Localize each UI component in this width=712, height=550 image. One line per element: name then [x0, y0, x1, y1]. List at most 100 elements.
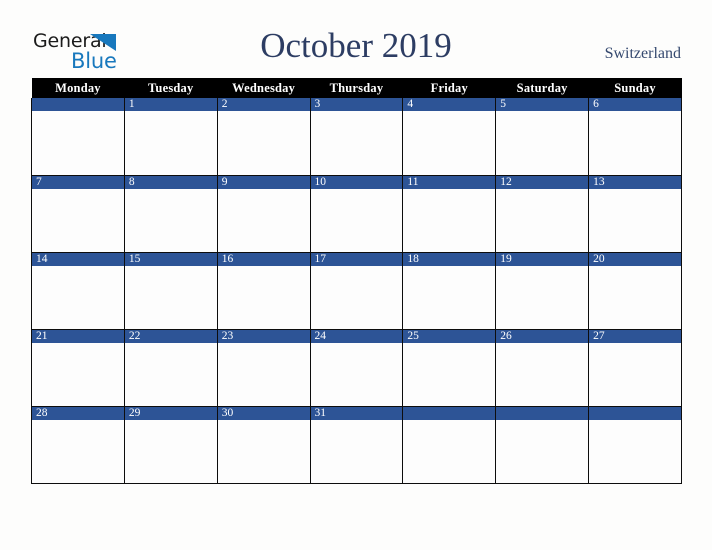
day-cell[interactable] [402, 406, 497, 484]
day-cell[interactable]: 6 [588, 98, 682, 176]
day-note-area[interactable] [32, 111, 124, 174]
day-cell[interactable]: 24 [309, 329, 404, 407]
day-note-area[interactable] [217, 265, 310, 329]
day-note-area[interactable] [124, 111, 217, 174]
day-cell[interactable]: 4 [402, 98, 497, 176]
day-note-area[interactable] [310, 342, 403, 406]
day-cell[interactable]: 21 [31, 329, 125, 407]
day-note-area[interactable] [310, 188, 403, 252]
day-note-area[interactable] [124, 342, 217, 406]
day-cell[interactable]: 3 [309, 98, 404, 176]
week-row: 28 29 30 31 [31, 406, 682, 484]
day-cell[interactable] [31, 98, 125, 176]
day-cell[interactable]: 14 [31, 252, 125, 330]
day-note-area[interactable] [589, 342, 681, 406]
day-note-area[interactable] [589, 188, 681, 252]
day-cell[interactable]: 2 [216, 98, 311, 176]
day-note-area[interactable] [310, 111, 403, 174]
day-note-area[interactable] [32, 342, 124, 406]
day-cell[interactable]: 30 [216, 406, 311, 484]
day-number [496, 406, 589, 420]
day-note-area[interactable] [403, 111, 496, 174]
day-note-area[interactable] [310, 265, 403, 329]
day-number: 13 [589, 175, 681, 189]
day-note-area[interactable] [32, 265, 124, 329]
calendar-grid: Monday Tuesday Wednesday Thursday Friday… [31, 78, 682, 484]
day-number: 31 [310, 406, 403, 420]
day-note-area[interactable] [32, 419, 124, 483]
day-cell[interactable]: 12 [495, 175, 590, 253]
page-header: General Blue October 2019 Switzerland [0, 0, 712, 78]
day-number: 18 [403, 252, 496, 266]
day-cell[interactable]: 17 [309, 252, 404, 330]
day-note-area[interactable] [217, 342, 310, 406]
day-cell[interactable]: 26 [495, 329, 590, 407]
day-number: 21 [32, 329, 124, 343]
day-note-area[interactable] [124, 188, 217, 252]
day-note-area[interactable] [217, 188, 310, 252]
day-note-area[interactable] [403, 265, 496, 329]
weekday-header-saturday: Saturday [495, 78, 589, 98]
day-number: 11 [403, 175, 496, 189]
day-number: 17 [310, 252, 403, 266]
day-cell[interactable] [588, 406, 682, 484]
weekday-header-monday: Monday [31, 78, 125, 98]
day-note-area[interactable] [496, 419, 589, 483]
day-note-area[interactable] [403, 419, 496, 483]
day-note-area[interactable] [496, 342, 589, 406]
day-note-area[interactable] [310, 419, 403, 483]
day-note-area[interactable] [124, 419, 217, 483]
weekday-header-wednesday: Wednesday [217, 78, 311, 98]
day-note-area[interactable] [589, 111, 681, 174]
day-note-area[interactable] [589, 265, 681, 329]
day-note-area[interactable] [403, 188, 496, 252]
day-cell[interactable]: 25 [402, 329, 497, 407]
calendar-page: General Blue October 2019 Switzerland Mo… [0, 0, 712, 550]
day-number: 15 [124, 252, 217, 266]
day-number [589, 406, 681, 420]
day-note-area[interactable] [124, 265, 217, 329]
day-cell[interactable]: 28 [31, 406, 125, 484]
day-cell[interactable]: 9 [216, 175, 311, 253]
day-cell[interactable]: 31 [309, 406, 404, 484]
day-cell[interactable]: 20 [588, 252, 682, 330]
day-cell[interactable]: 18 [402, 252, 497, 330]
day-cell[interactable]: 10 [309, 175, 404, 253]
day-cell[interactable]: 27 [588, 329, 682, 407]
day-cell[interactable]: 29 [123, 406, 218, 484]
day-note-area[interactable] [217, 111, 310, 174]
day-number: 25 [403, 329, 496, 343]
day-cell[interactable] [495, 406, 590, 484]
day-cell[interactable]: 19 [495, 252, 590, 330]
day-number: 27 [589, 329, 681, 343]
day-cell[interactable]: 5 [495, 98, 590, 176]
day-number: 4 [403, 98, 496, 111]
day-number: 28 [32, 406, 124, 420]
weekday-header-sunday: Sunday [588, 78, 682, 98]
day-cell[interactable]: 13 [588, 175, 682, 253]
day-note-area[interactable] [217, 419, 310, 483]
day-cell[interactable]: 11 [402, 175, 497, 253]
day-note-area[interactable] [589, 419, 681, 483]
day-cell[interactable]: 1 [123, 98, 218, 176]
day-cell[interactable]: 22 [123, 329, 218, 407]
day-note-area[interactable] [32, 188, 124, 252]
weekday-header-tuesday: Tuesday [124, 78, 218, 98]
week-row: 21 22 23 24 25 26 27 [31, 329, 682, 407]
day-note-area[interactable] [496, 111, 589, 174]
day-number: 22 [124, 329, 217, 343]
day-number: 29 [124, 406, 217, 420]
day-cell[interactable]: 16 [216, 252, 311, 330]
day-number: 23 [217, 329, 310, 343]
day-number: 20 [589, 252, 681, 266]
week-row: 7 8 9 10 11 12 13 [31, 175, 682, 253]
day-cell[interactable]: 7 [31, 175, 125, 253]
week-row: 14 15 16 17 18 19 20 [31, 252, 682, 330]
day-cell[interactable]: 23 [216, 329, 311, 407]
day-cell[interactable]: 8 [123, 175, 218, 253]
day-note-area[interactable] [496, 265, 589, 329]
week-row: 1 2 3 4 5 6 [31, 98, 682, 176]
day-note-area[interactable] [496, 188, 589, 252]
day-cell[interactable]: 15 [123, 252, 218, 330]
day-note-area[interactable] [403, 342, 496, 406]
